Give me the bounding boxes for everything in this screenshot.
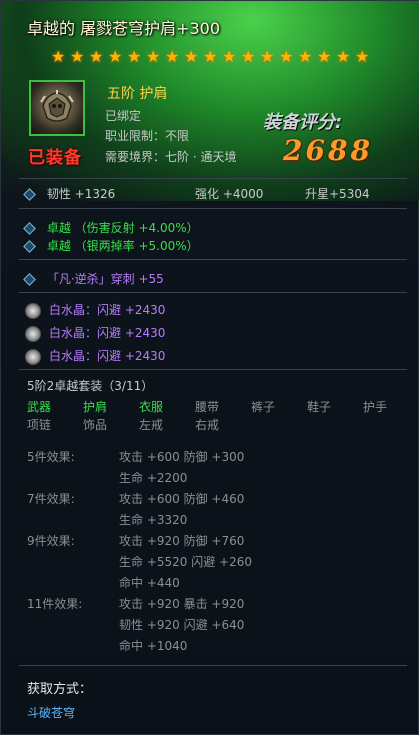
star-icon: ★: [260, 47, 275, 66]
effect-line: 韧性 +920 闪避 +640: [119, 618, 245, 632]
effect-line: 命中 +1040: [119, 639, 188, 653]
effect-line: 命中 +440: [119, 576, 180, 590]
star-icon: ★: [355, 47, 370, 66]
gem-stat: 白水晶：闪避 +2430: [49, 349, 166, 363]
star-icon: ★: [146, 47, 161, 66]
divider: [19, 178, 407, 179]
gem-stat: 白水晶：闪避 +2430: [49, 326, 166, 340]
crystal-gem-icon: [25, 325, 41, 342]
score-value: 2688: [283, 134, 373, 167]
effect-label: 5件效果:: [27, 450, 75, 464]
star-icon: ★: [222, 47, 237, 66]
effect-label: 11件效果:: [27, 597, 83, 611]
excellent-attr-row: 卓越 （银两掉率 +5.00%）: [23, 237, 199, 254]
star-icon: ★: [70, 47, 85, 66]
effect-line: 攻击 +600 防御 +460: [119, 492, 245, 506]
job-limit: 职业限制：不限: [105, 129, 190, 143]
suit-slot-shoulder: 护肩: [83, 400, 108, 414]
divider: [19, 369, 407, 370]
star-icon: ★: [89, 47, 104, 66]
suit-slot-right-ring: 右戒: [195, 418, 220, 432]
item-grade: 五阶 护肩: [107, 86, 168, 102]
star-icon: ★: [108, 47, 123, 66]
star-icon: ★: [298, 47, 313, 66]
item-title: 卓越的 屠戮苍穹护肩+300: [27, 19, 221, 38]
star-rating: ★ ★ ★ ★ ★ ★ ★ ★ ★ ★ ★ ★ ★ ★ ★ ★ ★: [51, 49, 371, 65]
excellent-value: （伤害反射 +4.00%）: [74, 221, 199, 235]
excellent-label: 卓越: [46, 239, 71, 253]
divider: [19, 259, 407, 260]
score-label: 装备评分:: [263, 112, 343, 133]
star-icon: ★: [203, 47, 218, 66]
gem-stat: 白水晶：闪避 +2430: [49, 303, 166, 317]
divider: [19, 665, 407, 666]
diamond-icon: [23, 222, 36, 235]
effect-line: 攻击 +600 防御 +300: [119, 450, 245, 464]
obtain-source-link[interactable]: 斗破苍穹: [27, 704, 75, 721]
suit-slot-necklace: 项链: [27, 418, 52, 432]
star-icon: ★: [51, 47, 66, 66]
special-attr-row: 「凡·逆杀」穿刺 +55: [23, 270, 164, 287]
equipped-badge: 已装备: [28, 148, 82, 168]
effect-line: 生命 +5520 闪避 +260: [119, 555, 252, 569]
divider: [19, 292, 407, 293]
strengthen-stat: 强化 +4000: [195, 187, 264, 201]
effect-label: 9件效果:: [27, 534, 75, 548]
effect-line: 生命 +3320: [119, 513, 188, 527]
diamond-icon: [23, 273, 36, 286]
effect-line: 攻击 +920 防御 +760: [119, 534, 245, 548]
suit-slot-belt: 腰带: [195, 400, 220, 414]
star-icon: ★: [279, 47, 294, 66]
suit-slot-gloves: 护手: [363, 400, 388, 414]
item-icon[interactable]: [29, 80, 85, 136]
excellent-attr-row: 卓越 （伤害反射 +4.00%）: [23, 219, 199, 236]
excellent-value: （银两掉率 +5.00%）: [74, 239, 199, 253]
suit-name: 5阶2卓越套装（3/11）: [27, 379, 154, 393]
shoulder-armor-icon: [40, 90, 74, 122]
bound-status: 已绑定: [105, 109, 142, 123]
suit-slot-weapon: 武器: [27, 400, 52, 414]
star-icon: ★: [317, 47, 332, 66]
upstar-stat: 升星+5304: [305, 187, 370, 201]
base-stats-row: 韧性 +1326 强化 +4000 升星+5304: [23, 185, 405, 202]
suit-slot-clothes: 衣服: [139, 400, 164, 414]
effect-line: 攻击 +920 暴击 +920: [119, 597, 245, 611]
diamond-icon: [23, 240, 36, 253]
gem-row: 白水晶：闪避 +2430: [25, 324, 165, 342]
crystal-gem-icon: [25, 302, 41, 319]
star-icon: ★: [127, 47, 142, 66]
star-icon: ★: [184, 47, 199, 66]
suit-slot-ornament: 饰品: [83, 418, 108, 432]
crystal-gem-icon: [25, 348, 41, 365]
realm-requirement: 需要境界：七阶 · 通天境: [105, 150, 237, 164]
gem-row: 白水晶：闪避 +2430: [25, 347, 165, 365]
star-icon: ★: [241, 47, 256, 66]
suit-slot-shoes: 鞋子: [307, 400, 332, 414]
effect-label: 7件效果:: [27, 492, 75, 506]
star-icon: ★: [165, 47, 180, 66]
excellent-label: 卓越: [46, 221, 71, 235]
suit-slot-left-ring: 左戒: [139, 418, 164, 432]
special-attr: 「凡·逆杀」穿刺 +55: [46, 272, 164, 286]
gem-row: 白水晶：闪避 +2430: [25, 301, 165, 319]
divider: [19, 208, 407, 209]
diamond-icon: [23, 188, 36, 201]
toughness-stat: 韧性 +1326: [46, 187, 116, 201]
obtain-title: 获取方式：: [27, 682, 93, 697]
item-tooltip-panel: 卓越的 屠戮苍穹护肩+300 ★ ★ ★ ★ ★ ★ ★ ★ ★ ★ ★ ★ ★…: [0, 0, 419, 735]
effect-line: 生命 +2200: [119, 471, 188, 485]
star-icon: ★: [336, 47, 351, 66]
suit-slot-pants: 裤子: [251, 400, 276, 414]
